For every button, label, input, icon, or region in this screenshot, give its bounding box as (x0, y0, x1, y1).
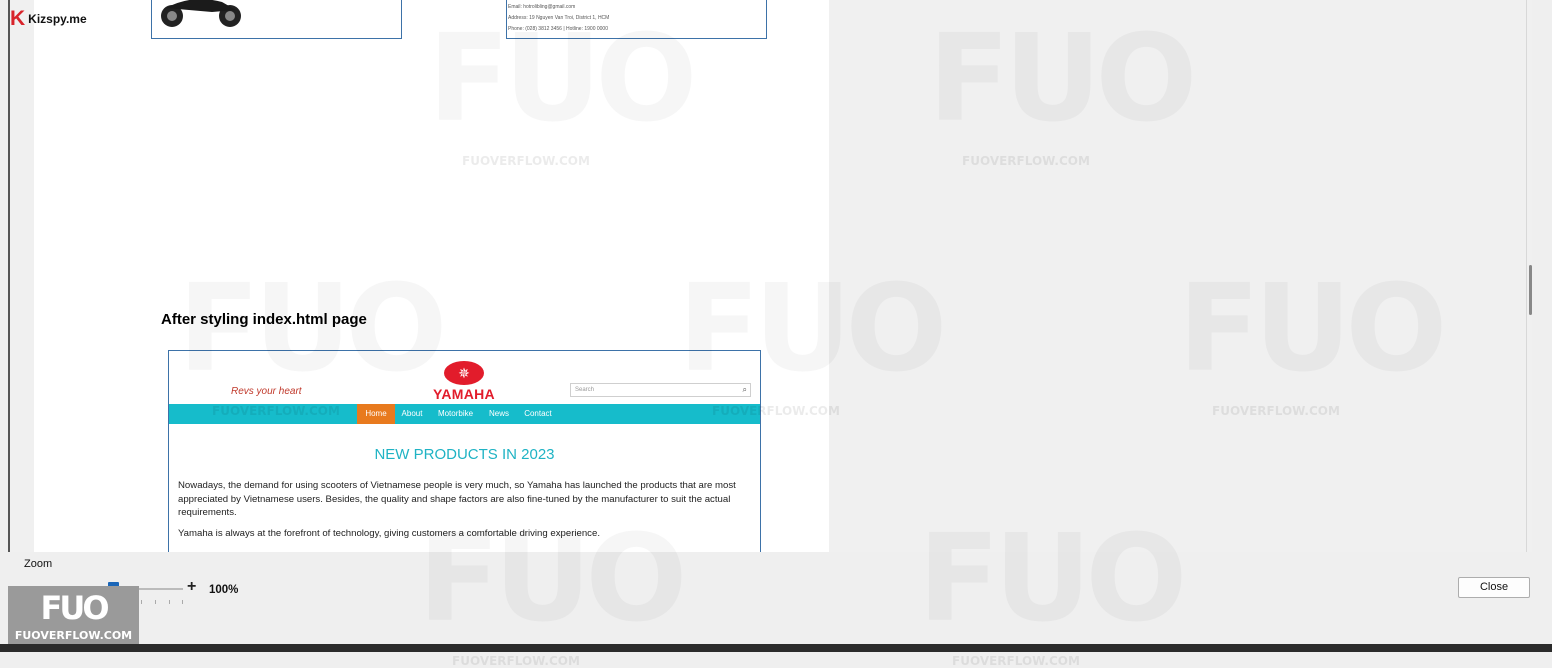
motorbike-image-box (151, 0, 402, 39)
bottom-strip (0, 644, 1552, 652)
brand-k-icon: K (10, 7, 26, 30)
badge-logo: FUO (40, 589, 109, 627)
zoom-value: 100% (209, 584, 239, 596)
site-search-input: Search ⌕ (570, 383, 751, 397)
document-viewer[interactable]: Email: hotrolibling@gmail.com Address: 1… (8, 0, 1532, 552)
section-heading: After styling index.html page (161, 311, 367, 328)
products-title: NEW PRODUCTS IN 2023 (374, 446, 555, 463)
nav-motorbike: Motorbike (437, 409, 474, 418)
watermark: FUOFUOVERFLOW.COM (1212, 404, 1340, 418)
contact-line: Email: hotrolibling@gmail.com (508, 4, 576, 10)
scrollbar-track (1526, 0, 1527, 552)
nav-contact: Contact (524, 409, 552, 418)
contact-info-box: Email: hotrolibling@gmail.com Address: 1… (506, 0, 767, 39)
badge-text: FUOVERFLOW.COM (14, 629, 133, 642)
contact-line: Phone: (028) 3812 3456 | Hotline: 1900 0… (508, 26, 608, 32)
intro-paragraph: Nowadays, the demand for using scooters … (178, 480, 736, 518)
logo-text: YAMAHA (433, 386, 495, 402)
website-preview: Revs your heart ✵ YAMAHA Search ⌕ Home A… (168, 350, 761, 552)
watermark: FUOFUOVERFLOW.COM (962, 154, 1090, 168)
nav-about: About (401, 409, 423, 418)
zoom-label: Zoom (24, 558, 53, 570)
search-icon: ⌕ (742, 385, 747, 394)
document-page: Email: hotrolibling@gmail.com Address: 1… (34, 0, 829, 552)
yamaha-logo: ✵ YAMAHA (431, 361, 497, 402)
fuo-badge: FUO FUOVERFLOW.COM (8, 586, 139, 648)
nav-home: Home (357, 404, 395, 424)
contact-line: Address: 19 Nguyen Van Troi, District 1,… (508, 15, 610, 21)
search-placeholder: Search (575, 387, 595, 393)
scrollbar-thumb[interactable] (1529, 265, 1532, 315)
brand-logo: K Kizspy.me (10, 8, 87, 29)
tech-paragraph: Yamaha is always at the forefront of tec… (178, 528, 600, 539)
zoom-in-button[interactable]: + (187, 578, 196, 596)
close-button[interactable]: Close (1458, 577, 1530, 598)
site-navbar: Home About Motorbike News Contact (169, 404, 760, 424)
motorbike-image (161, 0, 241, 27)
site-tagline: Revs your heart (231, 386, 302, 397)
tuning-fork-icon: ✵ (444, 361, 484, 385)
brand-name: Kizspy.me (28, 11, 87, 26)
nav-news: News (488, 409, 509, 418)
